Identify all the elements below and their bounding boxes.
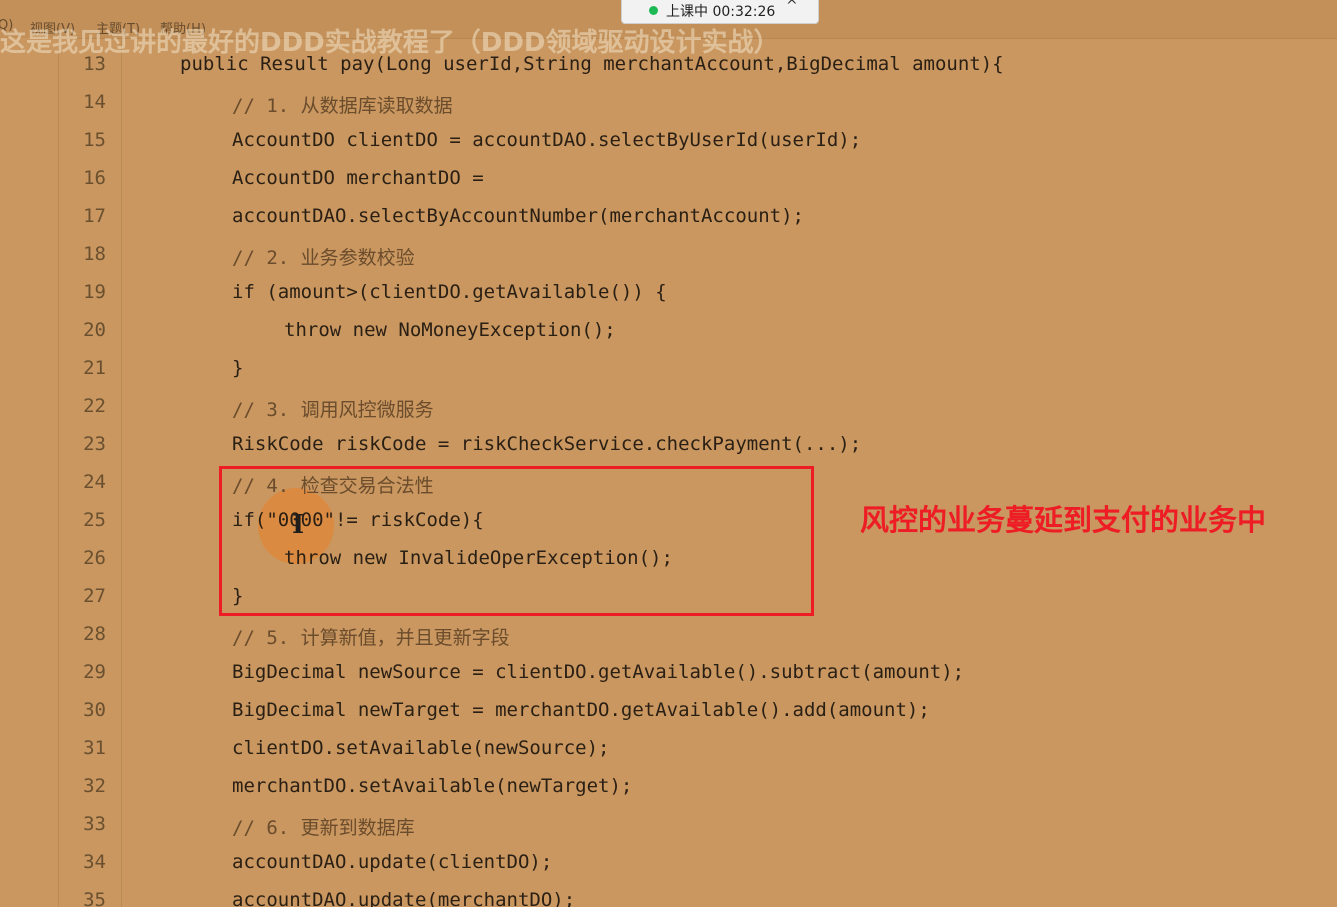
code-line: accountDAO.selectByAccountNumber(merchan… — [232, 205, 804, 227]
code-line: BigDecimal newTarget = merchantDO.getAva… — [232, 699, 930, 721]
code-comment-line: // 1. 从数据库读取数据 — [232, 95, 453, 117]
chevron-up-icon[interactable]: ^ — [786, 0, 798, 14]
line-number: 29 — [83, 661, 106, 683]
code-line: merchantDO.setAvailable(newTarget); — [232, 775, 633, 797]
code-line: BigDecimal newSource = clientDO.getAvail… — [232, 661, 965, 683]
line-number: 23 — [83, 433, 106, 455]
code-comment-line: // 2. 业务参数校验 — [232, 247, 415, 269]
recording-status-pill[interactable]: 上课中 00:32:26 ^ — [621, 0, 819, 24]
code-comment-line: // 4. 检查交易合法性 — [232, 475, 434, 497]
gutter-margin — [0, 38, 58, 907]
code-comment-line: // 6. 更新到数据库 — [232, 817, 415, 839]
code-line: AccountDO merchantDO = — [232, 167, 484, 189]
code-line: } — [232, 585, 244, 607]
line-number: 28 — [83, 623, 106, 645]
screen: Q) 视图(V) 主题(T) 帮助(H) I 风控的业务蔓延到支付的业务中 这是… — [0, 0, 1337, 907]
line-number: 14 — [83, 91, 106, 113]
green-dot-icon — [649, 6, 658, 15]
code-comment-line: // 5. 计算新值，并且更新字段 — [232, 627, 510, 649]
line-number: 13 — [83, 53, 106, 75]
line-number: 16 — [83, 167, 106, 189]
code-line: throw new InvalideOperException(); — [284, 547, 673, 569]
line-number: 15 — [83, 129, 106, 151]
line-number: 20 — [83, 319, 106, 341]
line-number: 31 — [83, 737, 106, 759]
code-line: AccountDO clientDO = accountDAO.selectBy… — [232, 129, 862, 151]
code-line: clientDO.setAvailable(newSource); — [232, 737, 610, 759]
code-comment-line: // 3. 调用风控微服务 — [232, 399, 434, 421]
annotation-text: 风控的业务蔓延到支付的业务中 — [860, 503, 1267, 537]
code-line: throw new NoMoneyException(); — [284, 319, 616, 341]
status-text: 上课中 00:32:26 — [666, 4, 776, 20]
line-number: 27 — [83, 585, 106, 607]
line-number: 32 — [83, 775, 106, 797]
line-number: 25 — [83, 509, 106, 531]
line-number: 34 — [83, 851, 106, 873]
code-line: accountDAO.update(merchantDO); — [232, 889, 576, 907]
line-number: 33 — [83, 813, 106, 835]
line-number: 21 — [83, 357, 106, 379]
line-number: 19 — [83, 281, 106, 303]
line-number: 18 — [83, 243, 106, 265]
line-number: 26 — [83, 547, 106, 569]
line-number: 22 — [83, 395, 106, 417]
code-line: public Result pay(Long userId,String mer… — [180, 53, 1004, 75]
line-number: 30 — [83, 699, 106, 721]
line-number: 24 — [83, 471, 106, 493]
code-line: } — [232, 357, 244, 379]
code-line: if("0000"!= riskCode){ — [232, 509, 484, 531]
line-number: 17 — [83, 205, 106, 227]
line-number: 35 — [83, 889, 106, 907]
code-line: accountDAO.update(clientDO); — [232, 851, 553, 873]
code-line: RiskCode riskCode = riskCheckService.che… — [232, 433, 862, 455]
code-line: if (amount>(clientDO.getAvailable()) { — [232, 281, 667, 303]
